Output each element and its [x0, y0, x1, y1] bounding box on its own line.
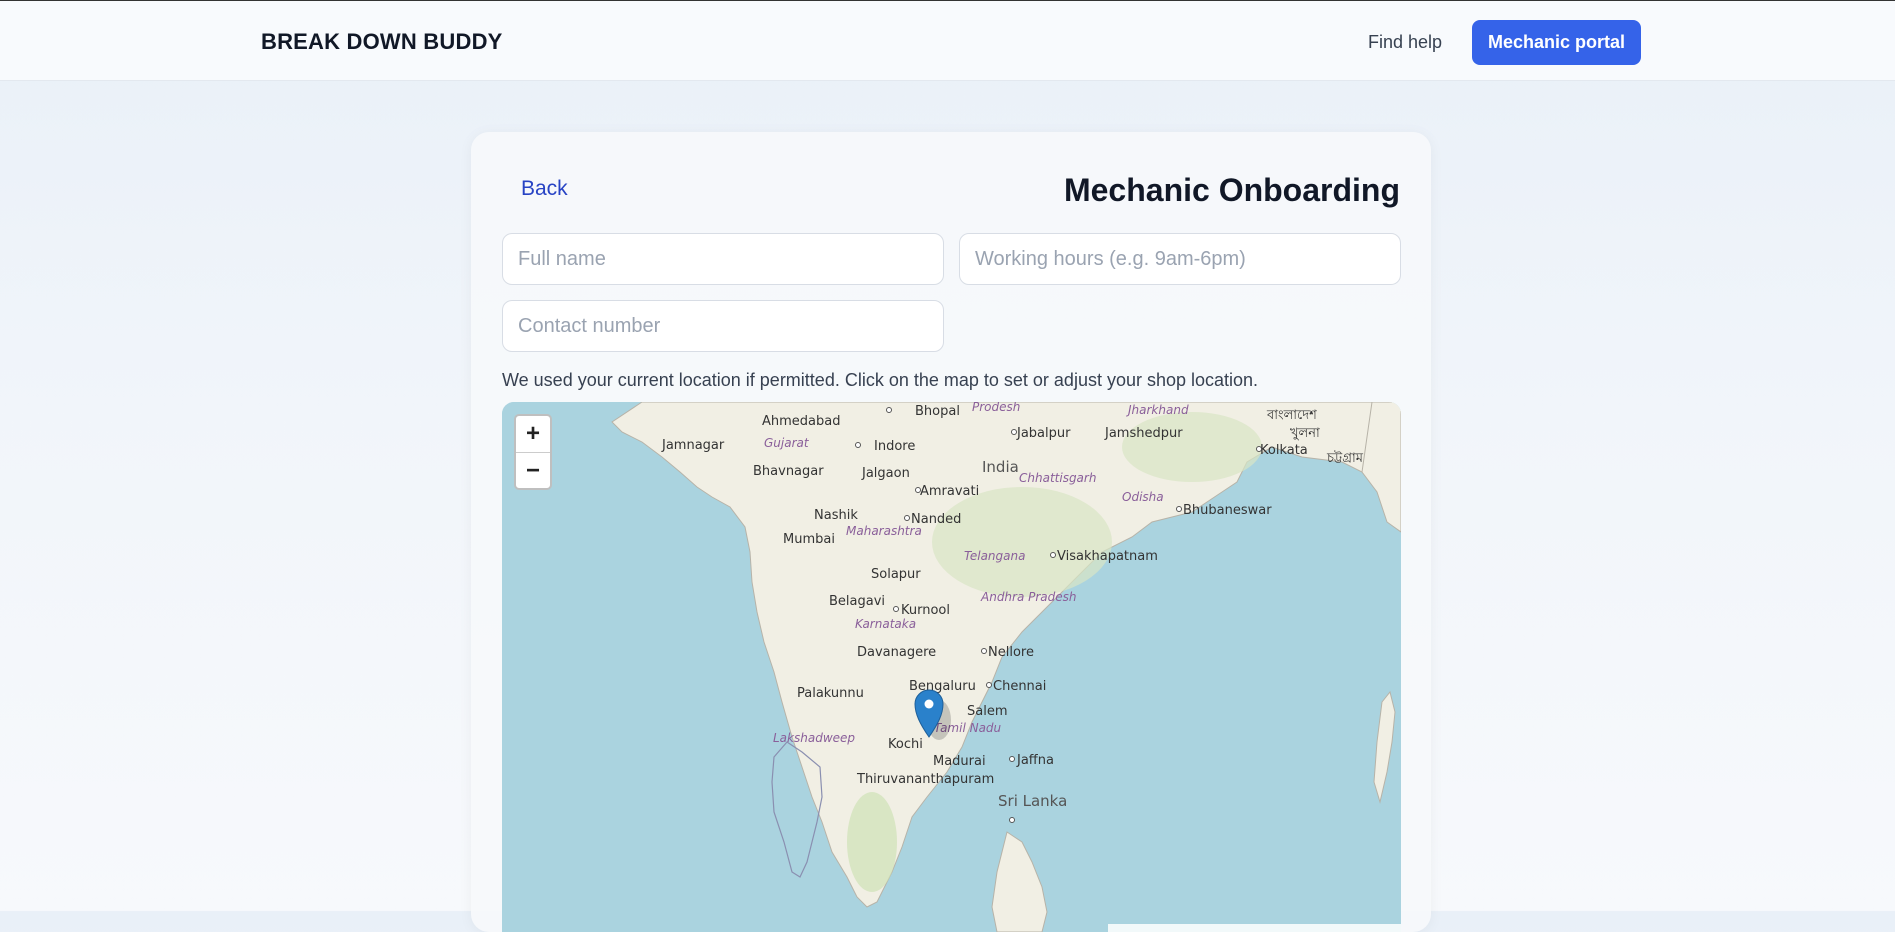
- city-dot: [1011, 429, 1017, 435]
- city-label: চট্টগ্রাম: [1326, 450, 1364, 466]
- city-label: Madurai: [933, 754, 986, 769]
- city-label: বাংলাদেশ: [1266, 408, 1317, 423]
- city-dot: [855, 442, 861, 448]
- city-label: Ahmedabad: [762, 414, 840, 429]
- city-dot: [1256, 446, 1262, 452]
- city-dot: [1176, 506, 1182, 512]
- city-dot: [986, 682, 992, 688]
- zoom-out-button[interactable]: −: [516, 453, 550, 488]
- forest-patch: [847, 792, 897, 892]
- city-label: Nashik: [814, 508, 858, 523]
- forest-patch: [1122, 412, 1262, 482]
- zoom-in-button[interactable]: +: [516, 416, 550, 453]
- brand-logo[interactable]: BREAK DOWN BUDDY: [261, 29, 503, 55]
- location-hint: We used your current location if permitt…: [502, 370, 1259, 390]
- city-label: খুলনা: [1290, 426, 1320, 441]
- state-label: Prodesh: [972, 402, 1020, 414]
- state-label: Andhra Pradesh: [980, 590, 1077, 604]
- city-label: Chennai: [993, 679, 1046, 694]
- attribution-bar: [1108, 924, 1401, 932]
- pin-dot: [924, 699, 934, 709]
- city-label: Kochi: [888, 737, 923, 752]
- city-label: Bhopal: [915, 404, 960, 419]
- zoom-control: + −: [514, 414, 552, 490]
- city-label: Jabalpur: [1016, 426, 1071, 441]
- city-dot: [915, 487, 921, 493]
- state-label: Jharkhand: [1126, 403, 1189, 417]
- city-label: Palakunnu: [797, 686, 864, 701]
- state-label: Karnataka: [855, 617, 916, 631]
- city-label: Amravati: [920, 484, 979, 499]
- full-name-input[interactable]: [502, 233, 944, 285]
- city-label: Solapur: [871, 567, 921, 582]
- country-label: Sri Lanka: [998, 792, 1067, 810]
- map-tiles: India Ahmedabad Bhopal Jabalpur Jamshedp…: [502, 402, 1401, 932]
- city-dot: [893, 606, 899, 612]
- city-dot: [981, 648, 987, 654]
- state-label: Maharashtra: [846, 524, 922, 538]
- city-label: Kolkata: [1260, 443, 1308, 458]
- page-title: Mechanic Onboarding: [1063, 172, 1400, 208]
- state-label: Lakshadweep: [773, 731, 855, 745]
- back-link[interactable]: Back: [521, 177, 568, 201]
- city-dot: [1050, 552, 1056, 558]
- city-label: Jamshedpur: [1104, 426, 1183, 441]
- city-label: Kurnool: [901, 603, 950, 618]
- state-label: Gujarat: [764, 436, 810, 450]
- city-dot: [886, 407, 892, 413]
- city-label: Davanagere: [857, 645, 936, 660]
- city-label: Jalgaon: [861, 466, 910, 481]
- city-label: Jamnagar: [661, 438, 725, 453]
- city-label: Thiruvananthapuram: [856, 772, 994, 787]
- working-hours-input[interactable]: [959, 233, 1401, 285]
- contact-number-input[interactable]: [502, 300, 944, 352]
- mechanic-portal-button[interactable]: Mechanic portal: [1472, 20, 1641, 65]
- city-dot: [904, 515, 910, 521]
- city-label: Nellore: [988, 645, 1034, 660]
- city-label: Mumbai: [783, 532, 835, 547]
- location-map[interactable]: + − India Ahmedabad Bhopal Jabalpur Jams…: [502, 402, 1401, 932]
- city-label: Jaffna: [1016, 753, 1054, 768]
- city-label: Bhubaneswar: [1183, 503, 1272, 518]
- city-label: Bhavnagar: [753, 464, 824, 479]
- state-label: Odisha: [1122, 490, 1164, 504]
- city-label: Salem: [967, 704, 1008, 719]
- city-dot: [1009, 817, 1015, 823]
- city-label: Belagavi: [829, 594, 885, 609]
- onboarding-card: Back Mechanic Onboarding We used your cu…: [471, 132, 1431, 932]
- state-label: Chhattisgarh: [1019, 471, 1096, 485]
- city-dot: [1009, 756, 1015, 762]
- forest-patch: [932, 487, 1112, 597]
- find-help-link[interactable]: Find help: [1368, 32, 1442, 53]
- city-label: Bengaluru: [909, 679, 976, 694]
- city-label: Indore: [874, 439, 915, 454]
- state-label: Telangana: [964, 549, 1025, 563]
- country-label: India: [982, 458, 1019, 476]
- navbar: BREAK DOWN BUDDY Find help Mechanic port…: [0, 1, 1895, 81]
- city-label: Visakhapatnam: [1057, 549, 1158, 564]
